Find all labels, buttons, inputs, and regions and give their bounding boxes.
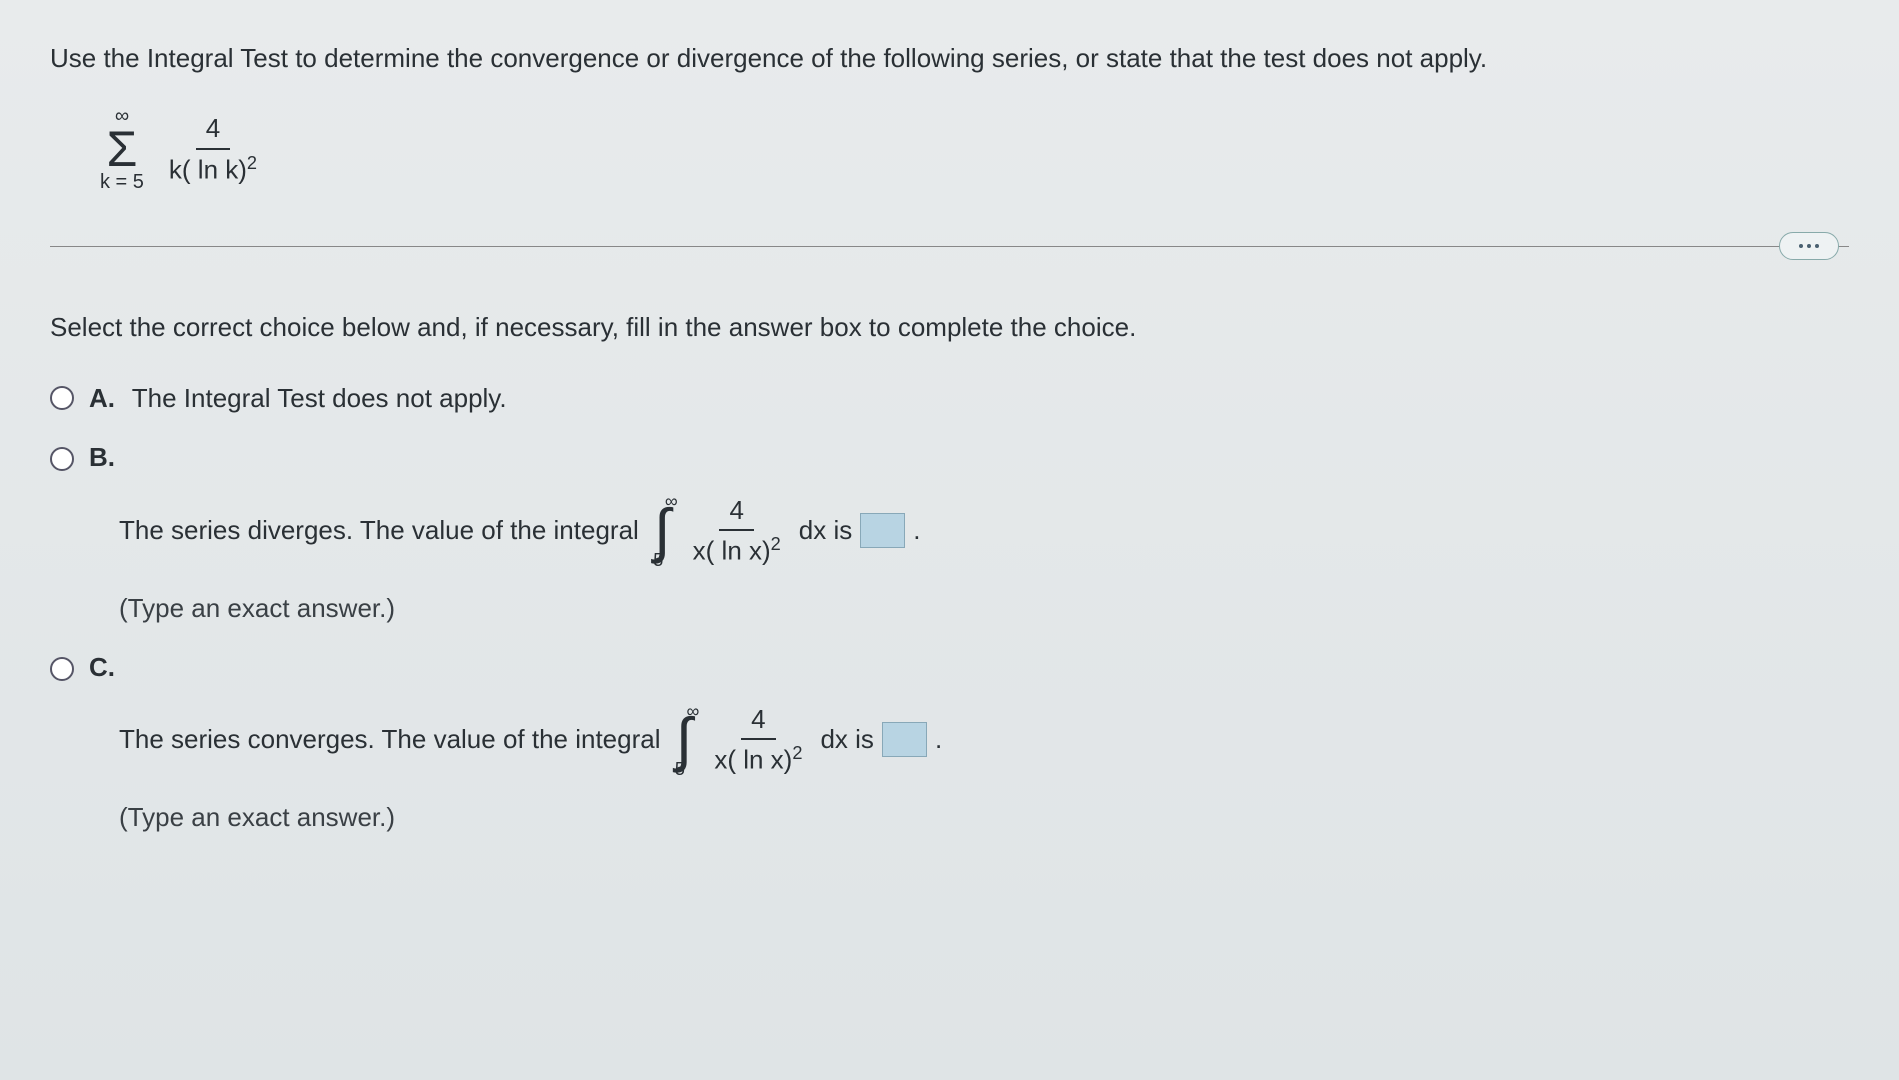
choice-b-letter: B. [89,442,115,472]
denominator-base: k( ln k) [169,154,247,184]
choice-b-period: . [913,515,920,546]
fraction-denominator: k( ln k)2 [159,150,267,186]
choice-c-letter: C. [89,652,115,682]
answer-input-c[interactable] [882,722,927,757]
choice-c-integral: ∞ ∫ 5 4 x( ln x)2 [669,703,813,777]
sigma-lower-bound: k = 5 [100,172,144,192]
instruction-text: Select the correct choice below and, if … [50,312,1849,343]
sigma-symbol: ∞ Σ k = 5 [100,106,144,192]
choice-c-prefix: The series converges. The value of the i… [119,724,661,755]
series-expression: ∞ Σ k = 5 4 k( ln k)2 [100,106,1849,192]
int-frac-den-b: x( ln x)2 [683,531,791,567]
choice-c-period: . [935,724,942,755]
int-lower-c: 5 [675,761,685,777]
more-options-button[interactable] [1779,232,1839,260]
choice-c-dx-is: dx is [820,724,873,755]
choice-c: C. The series converges. The value of th… [50,654,1849,833]
int-lower-b: 5 [653,552,663,568]
series-fraction: 4 k( ln k)2 [159,113,267,185]
choice-b-prefix: The series diverges. The value of the in… [119,515,639,546]
int-frac-num-b: 4 [719,495,753,531]
problem-statement: Use the Integral Test to determine the c… [50,40,1849,76]
choice-a-letter: A. [89,383,115,413]
sigma-glyph: Σ [107,124,138,174]
choice-b: B. The series diverges. The value of the… [50,444,1849,623]
radio-c[interactable] [50,657,74,681]
divider-line [50,246,1849,247]
int-frac-num-c: 4 [741,704,775,740]
denominator-exponent: 2 [247,153,257,173]
radio-a[interactable] [50,386,74,410]
choice-b-integral: ∞ ∫ 5 4 x( ln x)2 [647,493,791,567]
fraction-numerator: 4 [196,113,230,149]
int-frac-den-c: x( ln x)2 [704,740,812,776]
choice-a: A. The Integral Test does not apply. [50,383,1849,414]
choice-c-hint: (Type an exact answer.) [119,802,1849,833]
choice-a-text: The Integral Test does not apply. [132,383,507,413]
radio-b[interactable] [50,447,74,471]
choice-b-dx-is: dx is [799,515,852,546]
divider-row [50,232,1849,262]
answer-input-b[interactable] [860,513,905,548]
choice-b-hint: (Type an exact answer.) [119,593,1849,624]
